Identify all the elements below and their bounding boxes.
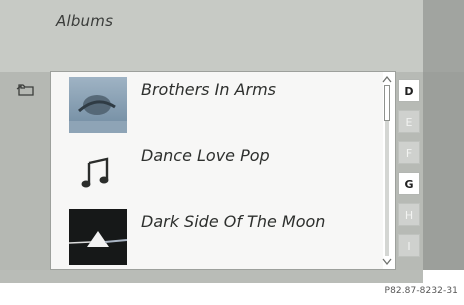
scrollbar[interactable] [382,75,392,266]
list-item[interactable]: Dance Love Pop [51,138,383,204]
list-item[interactable]: Dark Side Of The Moon [51,204,383,269]
album-list: Brothers In Arms Dance Love Pop Dark Sid… [50,71,396,270]
album-title: Brothers In Arms [141,80,276,99]
music-note-icon [81,157,109,188]
scroll-thumb[interactable] [384,85,390,121]
alpha-letter-h[interactable]: H [398,203,420,226]
alpha-letter-f[interactable]: F [398,141,420,164]
album-cover-brothers-in-arms [69,77,127,133]
scroll-up-arrow-icon[interactable] [382,75,392,83]
back-folder-icon[interactable] [16,83,36,97]
alpha-letter-e[interactable]: E [398,110,420,133]
page-title: Albums [56,12,114,30]
album-title: Dark Side Of The Moon [141,212,326,231]
list-item[interactable]: Brothers In Arms [51,72,383,138]
reference-code: P82.87-8232-31 [384,286,458,296]
footer-band [0,270,423,283]
album-browser-screen: Albums Brothers In Arms Dance Love Pop D… [0,0,464,305]
right-side-strip-top [423,0,464,72]
alpha-letter-g[interactable]: G [398,172,420,195]
scroll-down-arrow-icon[interactable] [382,258,392,266]
album-title: Dance Love Pop [141,146,270,165]
album-cover-dark-side [69,209,127,265]
left-column [0,72,50,270]
alphabet-index: D E F G H I [396,75,423,270]
header-bar: Albums [0,0,423,72]
alpha-letter-d[interactable]: D [398,79,420,102]
alpha-letter-i[interactable]: I [398,234,420,257]
